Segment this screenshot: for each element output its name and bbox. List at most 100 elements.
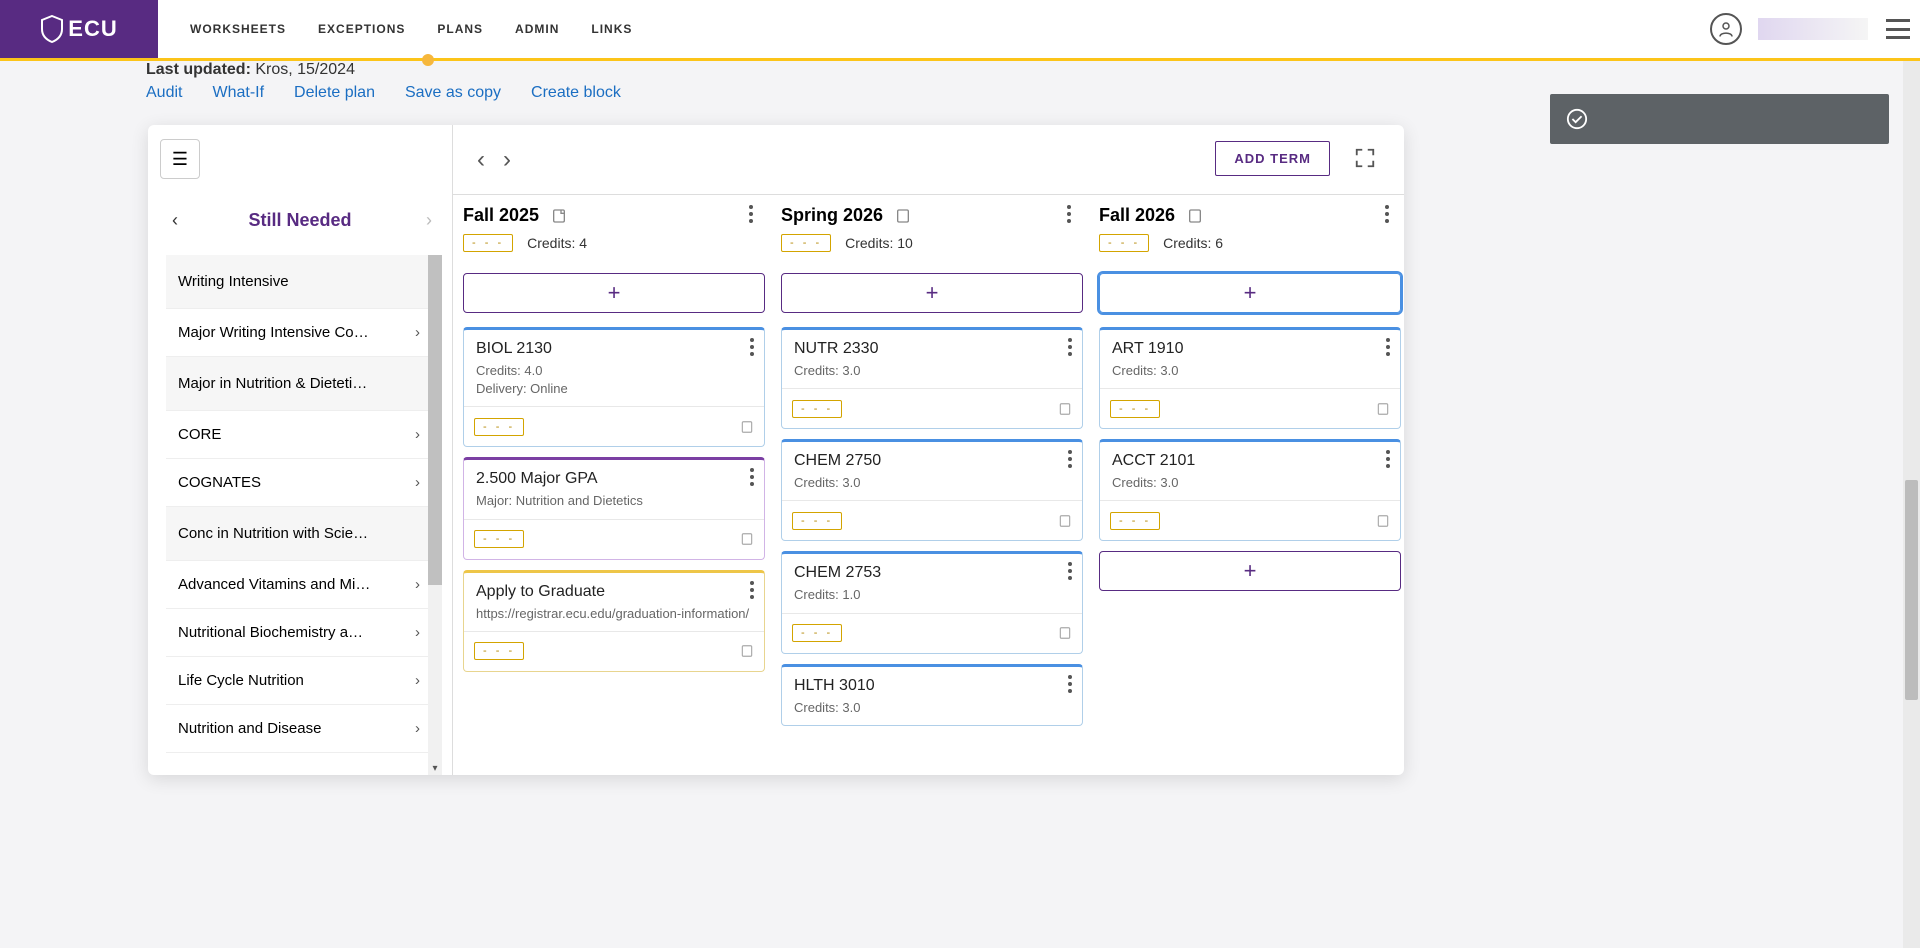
action-create[interactable]: Create block bbox=[531, 84, 621, 102]
top-right bbox=[1710, 0, 1912, 58]
sn-item-adv-vitamins[interactable]: Advanced Vitamins and Mi…› bbox=[166, 561, 442, 609]
action-delete[interactable]: Delete plan bbox=[294, 84, 375, 102]
term-menu[interactable] bbox=[1385, 205, 1389, 223]
sn-next-icon[interactable]: › bbox=[426, 210, 432, 231]
brand-logo[interactable]: ECU bbox=[0, 0, 158, 58]
term-body: + ART 1910 Credits: 3.0 - - - ACC bbox=[1099, 273, 1401, 591]
add-term-button[interactable]: ADD TERM bbox=[1215, 141, 1330, 176]
task-card[interactable]: Apply to Graduate https://registrar.ecu.… bbox=[463, 570, 765, 672]
prev-term-icon[interactable]: ‹ bbox=[477, 146, 485, 174]
sn-item-cognates[interactable]: COGNATES› bbox=[166, 459, 442, 507]
card-menu[interactable] bbox=[1068, 338, 1072, 356]
term-menu[interactable] bbox=[749, 205, 753, 223]
term-status-badge: - - - bbox=[1099, 234, 1149, 252]
card-status-badge: - - - bbox=[474, 642, 524, 660]
scroll-thumb[interactable] bbox=[1905, 480, 1918, 700]
course-card[interactable]: ACCT 2101 Credits: 3.0 - - - bbox=[1099, 439, 1401, 541]
action-audit[interactable]: Audit bbox=[146, 84, 182, 102]
brand-text: ECU bbox=[68, 16, 117, 42]
note-icon[interactable] bbox=[740, 532, 754, 546]
term-body: + NUTR 2330 Credits: 3.0 - - - CH bbox=[781, 273, 1083, 726]
sn-item-biochemistry[interactable]: Nutritional Biochemistry a…› bbox=[166, 609, 442, 657]
still-needed-sidebar: ☰ ‹ Still Needed › Writing Intensive Maj… bbox=[148, 125, 453, 775]
card-menu[interactable] bbox=[750, 468, 754, 486]
sn-group-conc[interactable]: Conc in Nutrition with Scie… bbox=[166, 507, 442, 561]
sn-scroll-down-icon[interactable]: ▾ bbox=[428, 761, 442, 775]
sn-item-core[interactable]: CORE› bbox=[166, 411, 442, 459]
card-menu[interactable] bbox=[1068, 562, 1072, 580]
card-credits: Credits: 4.0 bbox=[476, 362, 752, 380]
card-delivery: Delivery: Online bbox=[476, 380, 752, 398]
note-icon[interactable] bbox=[1058, 626, 1072, 640]
card-status-badge: - - - bbox=[792, 624, 842, 642]
course-card[interactable]: CHEM 2753 Credits: 1.0 - - - bbox=[781, 551, 1083, 653]
note-icon[interactable] bbox=[895, 208, 911, 224]
shield-icon bbox=[40, 15, 64, 43]
sn-item-major-writing[interactable]: Major Writing Intensive Co…› bbox=[166, 309, 442, 357]
nav-admin[interactable]: ADMIN bbox=[499, 22, 575, 36]
action-save[interactable]: Save as copy bbox=[405, 84, 501, 102]
nav-plans[interactable]: PLANS bbox=[421, 22, 499, 36]
term-menu[interactable] bbox=[1067, 205, 1071, 223]
action-whatif[interactable]: What-If bbox=[212, 84, 264, 102]
course-card[interactable]: HLTH 3010 Credits: 3.0 bbox=[781, 664, 1083, 726]
card-credits: Credits: 3.0 bbox=[794, 474, 1070, 492]
card-title: CHEM 2750 bbox=[794, 452, 1070, 470]
note-icon[interactable] bbox=[1058, 514, 1072, 528]
note-icon[interactable] bbox=[1187, 208, 1203, 224]
next-term-icon[interactable]: › bbox=[503, 146, 511, 174]
card-menu[interactable] bbox=[1068, 450, 1072, 468]
course-card[interactable]: BIOL 2130 Credits: 4.0 Delivery: Online … bbox=[463, 327, 765, 447]
gpa-card[interactable]: 2.500 Major GPA Major: Nutrition and Die… bbox=[463, 457, 765, 559]
nav-links[interactable]: LINKS bbox=[575, 22, 648, 36]
sn-item-lifecycle[interactable]: Life Cycle Nutrition› bbox=[166, 657, 442, 705]
course-card[interactable]: ART 1910 Credits: 3.0 - - - bbox=[1099, 327, 1401, 429]
expand-icon[interactable] bbox=[1354, 147, 1376, 169]
nav-worksheets[interactable]: WORKSHEETS bbox=[174, 22, 302, 36]
check-circle-icon bbox=[1566, 108, 1588, 130]
credits-label: Credits: 6 bbox=[1163, 235, 1223, 251]
still-needed-title: Still Needed bbox=[248, 210, 351, 231]
term-title: Spring 2026 bbox=[781, 205, 883, 226]
note-icon[interactable] bbox=[1058, 402, 1072, 416]
person-icon bbox=[1717, 20, 1735, 38]
add-course-button[interactable]: + bbox=[1099, 273, 1401, 313]
note-icon[interactable] bbox=[740, 420, 754, 434]
nav-exceptions[interactable]: EXCEPTIONS bbox=[302, 22, 421, 36]
card-status-badge: - - - bbox=[1110, 400, 1160, 418]
sn-group-writing[interactable]: Writing Intensive bbox=[166, 255, 442, 309]
term-spring-2026: Spring 2026 - - - Credits: 10 + NUTR 233… bbox=[771, 195, 1089, 775]
user-avatar[interactable] bbox=[1710, 13, 1742, 45]
card-menu[interactable] bbox=[1068, 675, 1072, 693]
card-title: HLTH 3010 bbox=[794, 677, 1070, 695]
note-icon[interactable] bbox=[551, 208, 567, 224]
course-card[interactable]: CHEM 2750 Credits: 3.0 - - - bbox=[781, 439, 1083, 541]
menu-icon[interactable] bbox=[1884, 15, 1912, 43]
sn-scroll-thumb[interactable] bbox=[428, 255, 442, 585]
chevron-right-icon: › bbox=[415, 474, 420, 491]
sn-prev-icon[interactable]: ‹ bbox=[172, 210, 178, 231]
sn-group-major-nutrition[interactable]: Major in Nutrition & Dieteti… bbox=[166, 357, 442, 411]
sidebar-collapse-button[interactable]: ☰ bbox=[160, 139, 200, 179]
term-header: Spring 2026 - - - Credits: 10 bbox=[781, 195, 1083, 265]
card-menu[interactable] bbox=[1386, 338, 1390, 356]
note-icon[interactable] bbox=[1376, 514, 1390, 528]
card-menu[interactable] bbox=[750, 581, 754, 599]
sn-scrollbar[interactable]: ▾ bbox=[428, 255, 442, 775]
note-icon[interactable] bbox=[1376, 402, 1390, 416]
card-menu[interactable] bbox=[1386, 450, 1390, 468]
add-course-button[interactable]: + bbox=[463, 273, 765, 313]
add-course-button[interactable]: + bbox=[781, 273, 1083, 313]
add-course-button[interactable]: + bbox=[1099, 551, 1401, 591]
chevron-right-icon: › bbox=[415, 672, 420, 689]
card-credits: Credits: 3.0 bbox=[1112, 362, 1388, 380]
course-card[interactable]: NUTR 2330 Credits: 3.0 - - - bbox=[781, 327, 1083, 429]
card-credits: Credits: 3.0 bbox=[794, 362, 1070, 380]
card-credits: Credits: 1.0 bbox=[794, 586, 1070, 604]
term-body: + BIOL 2130 Credits: 4.0 Delivery: Onlin… bbox=[463, 273, 765, 672]
note-icon[interactable] bbox=[740, 644, 754, 658]
card-title: ART 1910 bbox=[1112, 340, 1388, 358]
card-menu[interactable] bbox=[750, 338, 754, 356]
sn-item-disease[interactable]: Nutrition and Disease› bbox=[166, 705, 442, 753]
page-scrollbar[interactable]: ▴ bbox=[1903, 0, 1920, 948]
